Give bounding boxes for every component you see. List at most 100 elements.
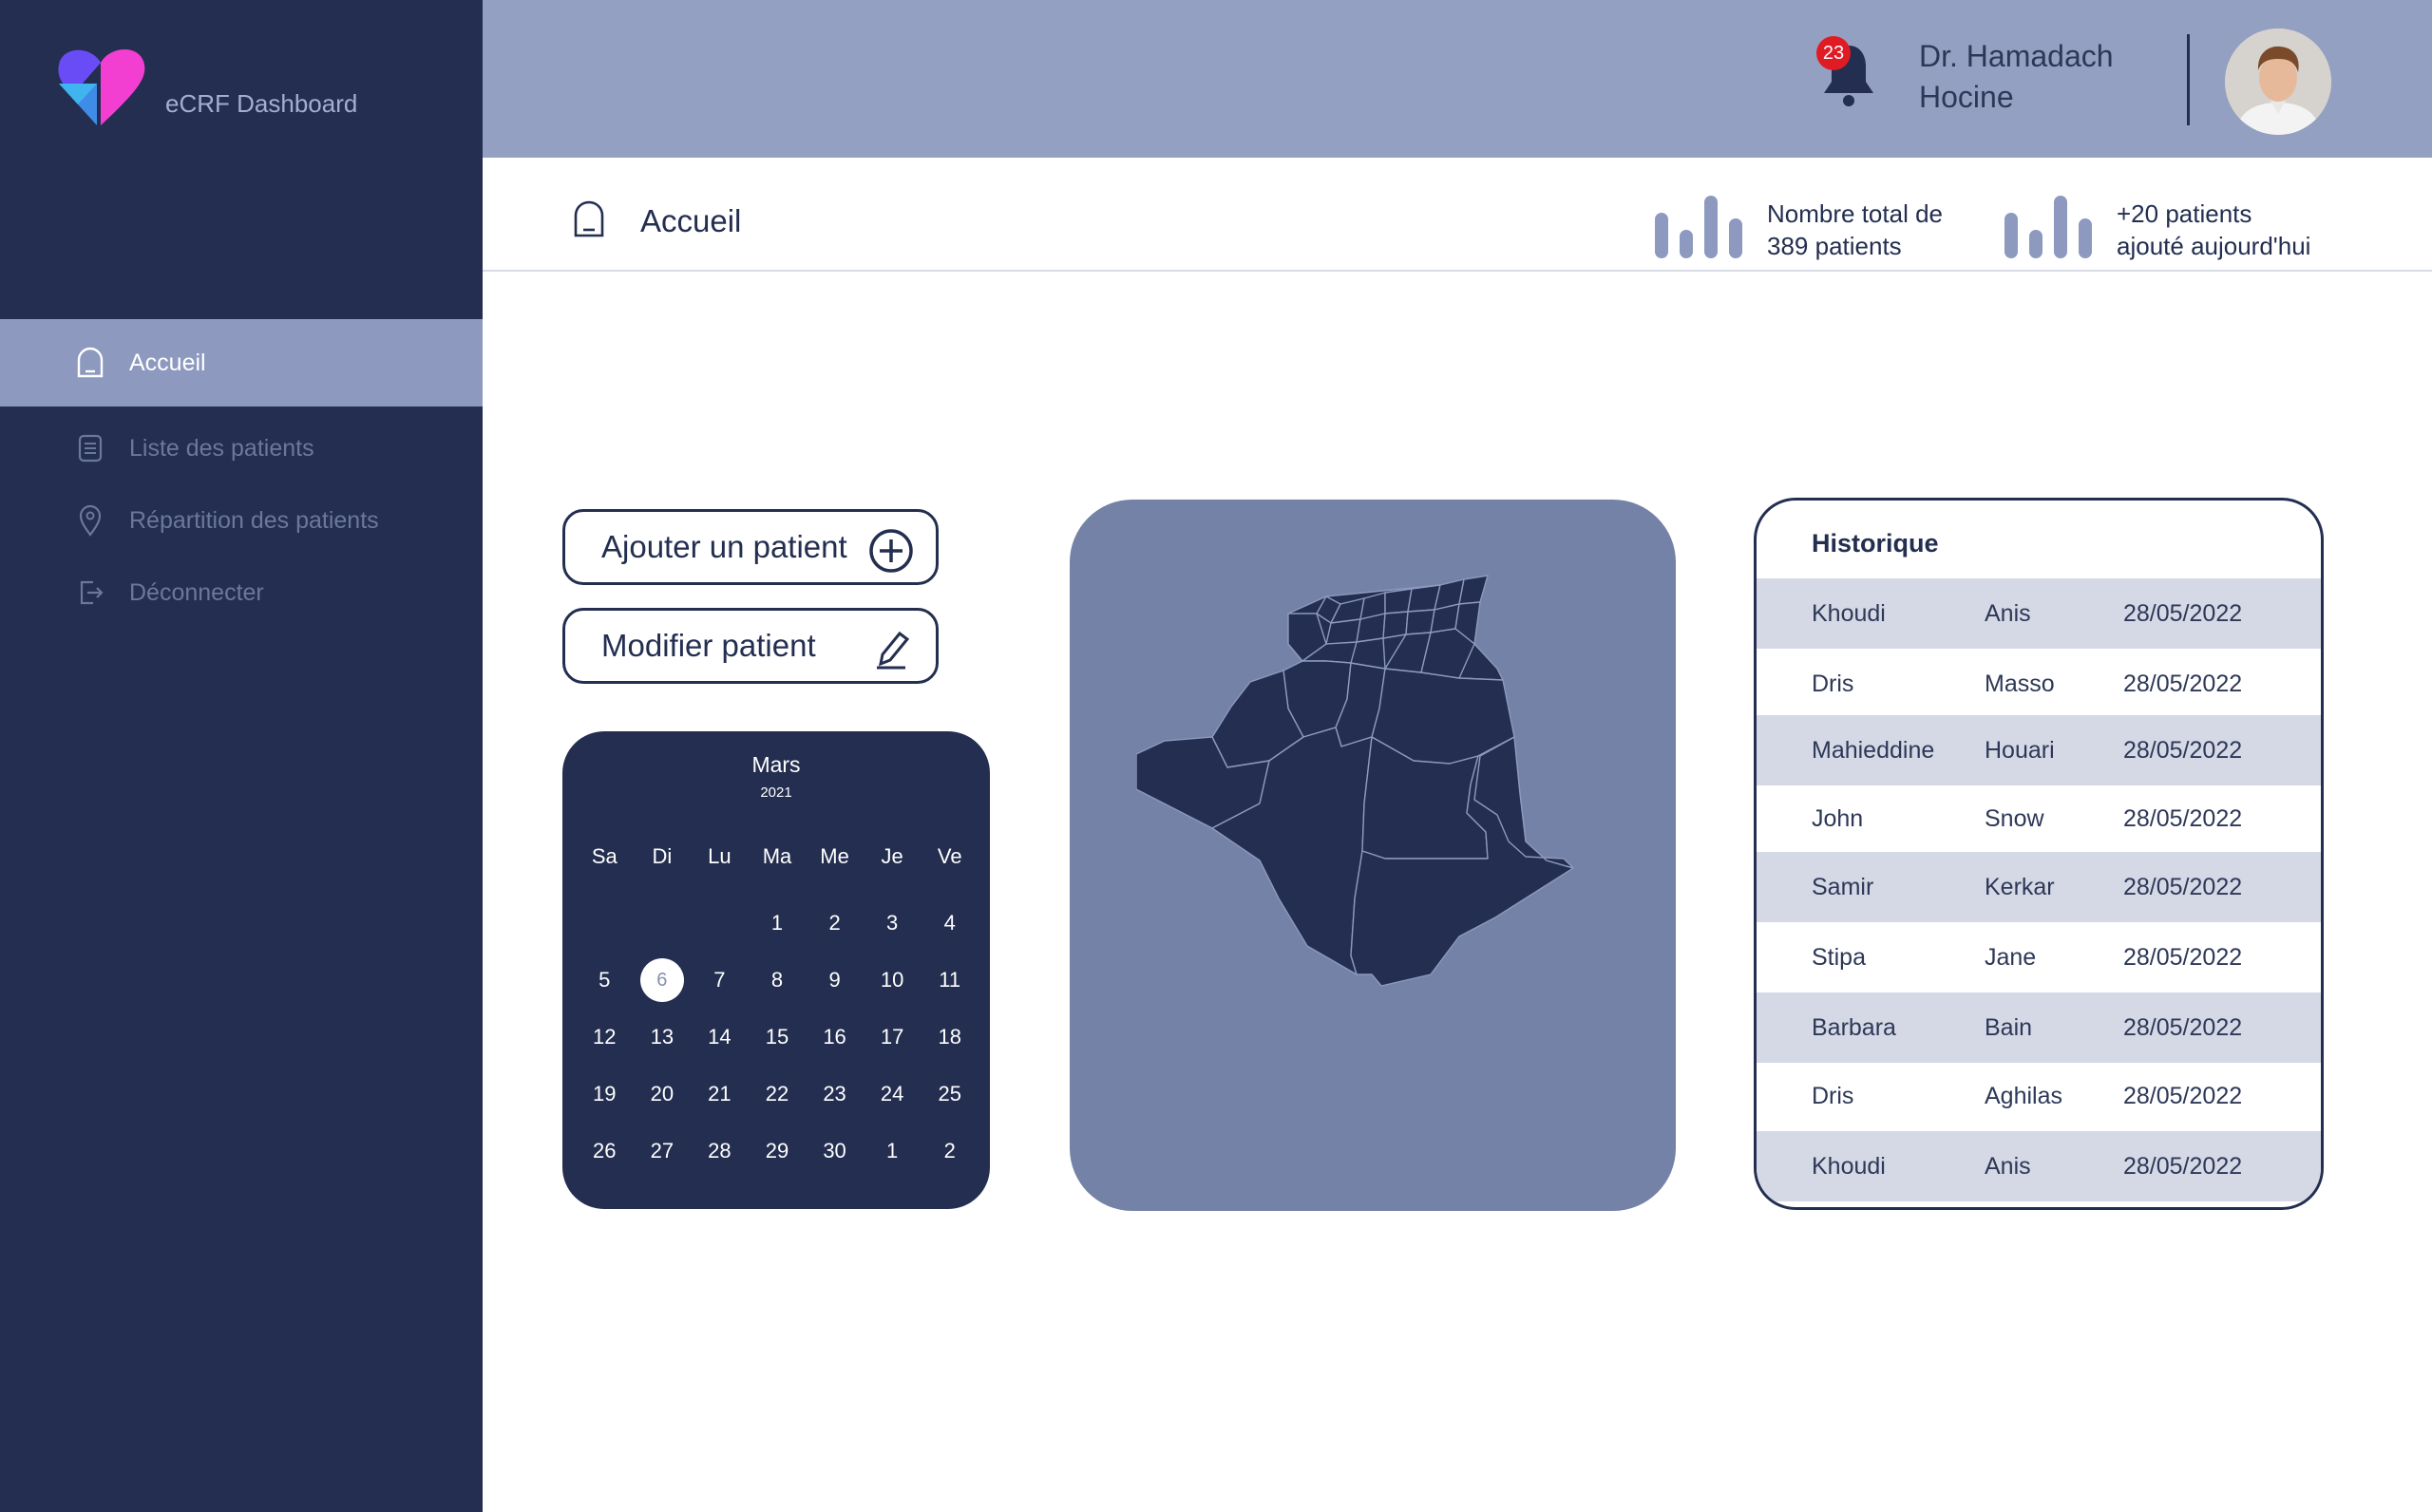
- stat-total-patients: Nombre total de 389 patients: [1655, 192, 2025, 260]
- history-first-name: Aghilas: [1985, 1082, 2062, 1109]
- notification-badge: 23: [1816, 36, 1851, 70]
- history-last-name: Samir: [1812, 873, 1874, 900]
- add-patient-label: Ajouter un patient: [601, 529, 847, 564]
- history-row[interactable]: Khoudi Anis 28/05/2022: [1757, 578, 2321, 649]
- calendar-weekday: Je: [881, 844, 903, 868]
- history-row[interactable]: Dris Aghilas 28/05/2022: [1757, 1061, 2321, 1131]
- calendar-day[interactable]: 13: [634, 1009, 692, 1066]
- history-row[interactable]: Khoudi Anis 28/05/2022: [1757, 1131, 2321, 1201]
- history-last-name: Stipa: [1812, 943, 1866, 971]
- header-divider: [2187, 34, 2190, 125]
- logout-icon: [76, 576, 104, 609]
- calendar-day[interactable]: 7: [691, 952, 749, 1009]
- history-first-name: Jane: [1985, 943, 2037, 971]
- calendar-weekday: Lu: [708, 844, 732, 868]
- history-panel: Historique Khoudi Anis 28/05/2022 Dris Masso…: [1754, 498, 2324, 1210]
- calendar-day[interactable]: 1: [749, 895, 807, 952]
- calendar-day[interactable]: 17: [864, 1009, 922, 1066]
- location-pin-icon: [76, 504, 104, 537]
- breadcrumb-bar: Accueil Nombre total de 389 patients +20…: [483, 158, 2432, 272]
- calendar-day[interactable]: 29: [749, 1123, 807, 1180]
- history-last-name: John: [1812, 804, 1864, 832]
- calendar-day[interactable]: 8: [749, 952, 807, 1009]
- calendar-day[interactable]: 20: [634, 1066, 692, 1123]
- calendar-day[interactable]: 2: [806, 895, 864, 952]
- history-row[interactable]: Stipa Jane 28/05/2022: [1757, 922, 2321, 992]
- history-row[interactable]: Barbara Bain 28/05/2022: [1757, 992, 2321, 1063]
- calendar-day[interactable]: 9: [806, 952, 864, 1009]
- calendar-day[interactable]: 26: [576, 1123, 634, 1180]
- calendar-widget: Mars 2021 Sa Di Lu Ma Me Je Ve 1 2 3 4 5 6 7 8 9 10 11 12 1…: [562, 731, 990, 1209]
- calendar-day[interactable]: 21: [691, 1066, 749, 1123]
- calendar-day[interactable]: 10: [864, 952, 922, 1009]
- map-card: [1070, 500, 1676, 1211]
- bar-chart-icon: [1655, 196, 1742, 258]
- pencil-icon: [877, 631, 910, 670]
- history-date: 28/05/2022: [2123, 1152, 2243, 1180]
- history-date: 28/05/2022: [2123, 670, 2243, 697]
- calendar-year: 2021: [760, 784, 792, 801]
- calendar-weekday: Ve: [937, 844, 962, 868]
- heart-logo-icon: [58, 49, 145, 125]
- history-row[interactable]: John Snow 28/05/2022: [1757, 784, 2321, 854]
- edit-patient-button[interactable]: Modifier patient: [562, 608, 939, 684]
- calendar-day[interactable]: 19: [576, 1066, 634, 1123]
- calendar-day[interactable]: 14: [691, 1009, 749, 1066]
- calendar-grid: Sa Di Lu Ma Me Je Ve 1 2 3 4 5 6 7 8 9 10 11 12 13 14 15 16 17 1…: [576, 838, 978, 1180]
- sidebar-item-label: Liste des patients: [129, 434, 314, 462]
- calendar-weekday: Ma: [762, 844, 792, 868]
- stat-added-today: +20 patients ajouté aujourd'hui: [2004, 192, 2404, 260]
- calendar-day[interactable]: 11: [921, 952, 978, 1009]
- calendar-day[interactable]: 2: [921, 1123, 978, 1180]
- sidebar-item-deconnecter[interactable]: Déconnecter: [0, 549, 483, 636]
- calendar-day[interactable]: 1: [864, 1123, 922, 1180]
- calendar-day[interactable]: 16: [806, 1009, 864, 1066]
- calendar-day[interactable]: 12: [576, 1009, 634, 1066]
- history-date: 28/05/2022: [2123, 599, 2243, 627]
- history-last-name: Khoudi: [1812, 599, 1886, 627]
- history-date: 28/05/2022: [2123, 804, 2243, 832]
- calendar-empty: [576, 895, 634, 952]
- calendar-day[interactable]: 5: [576, 952, 634, 1009]
- history-first-name: Anis: [1985, 599, 2031, 627]
- history-date: 28/05/2022: [2123, 943, 2243, 971]
- edit-patient-label: Modifier patient: [601, 628, 816, 663]
- calendar-selected-day[interactable]: 6: [639, 958, 684, 1002]
- calendar-day[interactable]: 24: [864, 1066, 922, 1123]
- add-patient-button[interactable]: Ajouter un patient: [562, 509, 939, 585]
- history-last-name: Mahieddine: [1812, 736, 1935, 764]
- app-title: eCRF Dashboard: [165, 89, 358, 118]
- history-last-name: Barbara: [1812, 1013, 1896, 1041]
- sidebar-item-accueil[interactable]: Accueil: [0, 319, 483, 406]
- list-icon: [76, 432, 104, 464]
- calendar-day[interactable]: 25: [921, 1066, 978, 1123]
- stat-line: 389 patients: [1767, 232, 1902, 260]
- history-date: 28/05/2022: [2123, 873, 2243, 900]
- history-first-name: Snow: [1985, 804, 2044, 832]
- calendar-day[interactable]: 23: [806, 1066, 864, 1123]
- calendar-day[interactable]: 4: [921, 895, 978, 952]
- history-date: 28/05/2022: [2123, 1013, 2243, 1041]
- history-first-name: Anis: [1985, 1152, 2031, 1180]
- calendar-day[interactable]: 27: [634, 1123, 692, 1180]
- calendar-day[interactable]: 3: [864, 895, 922, 952]
- history-row[interactable]: Samir Kerkar 28/05/2022: [1757, 852, 2321, 922]
- calendar-day[interactable]: 28: [691, 1123, 749, 1180]
- calendar-day[interactable]: 30: [806, 1123, 864, 1180]
- user-name: Dr. Hamadach Hocine: [1919, 39, 2114, 114]
- history-row[interactable]: Dris Masso 28/05/2022: [1757, 649, 2321, 719]
- history-row[interactable]: Mahieddine Houari 28/05/2022: [1757, 715, 2321, 785]
- avatar[interactable]: [2225, 28, 2331, 135]
- stat-line: ajouté aujourd'hui: [2117, 232, 2311, 260]
- history-first-name: Houari: [1985, 736, 2055, 764]
- calendar-day[interactable]: 15: [749, 1009, 807, 1066]
- calendar-day[interactable]: 22: [749, 1066, 807, 1123]
- user-photo-icon: [2225, 28, 2331, 135]
- sidebar: eCRF Dashboard Accueil Liste des patient…: [0, 0, 483, 1512]
- calendar-day[interactable]: 6: [634, 952, 692, 1009]
- calendar-day[interactable]: 18: [921, 1009, 978, 1066]
- history-first-name: Kerkar: [1985, 873, 2055, 900]
- algeria-map[interactable]: [1136, 557, 1611, 1069]
- sidebar-item-label: Accueil: [129, 349, 206, 376]
- history-last-name: Dris: [1812, 670, 1854, 697]
